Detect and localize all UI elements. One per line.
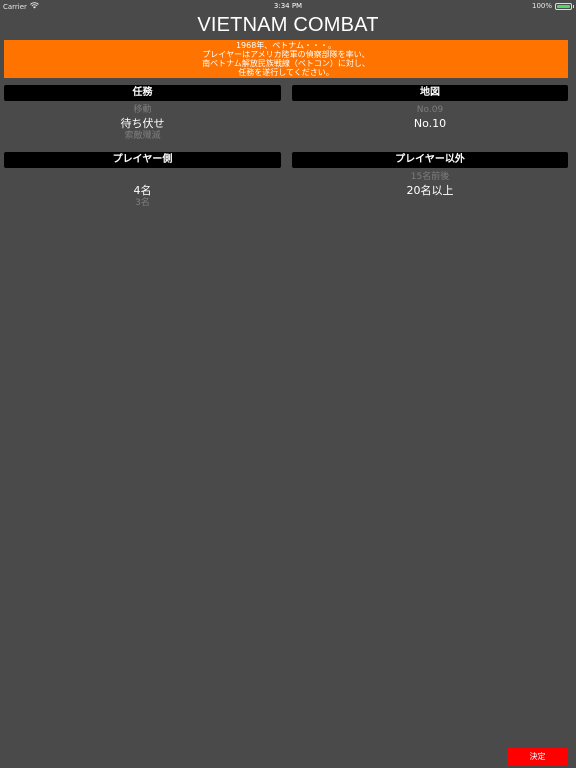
picker-option[interactable]: 3名 [4, 197, 281, 210]
intro-line: プレイヤーはアメリカ陸軍の偵察部隊を率い、 [202, 50, 370, 59]
battery-percent: 100% [531, 2, 552, 10]
app-title: VIETNAM COMBAT [197, 14, 379, 36]
picker-option-selected[interactable]: No.10 [292, 117, 568, 130]
picker-option[interactable]: 移動 [4, 104, 281, 117]
intro-line: 任務を遂行してください。 [238, 68, 334, 77]
battery-icon [555, 2, 574, 10]
non-player-picker[interactable]: 15名前後 20名以上 [292, 171, 568, 197]
mission-picker[interactable]: 移動 待ち伏せ 索敵殲滅 [4, 104, 281, 143]
player-side-header: プレイヤー側 [4, 152, 281, 168]
player-side-picker[interactable]: 4名 3名 [4, 184, 281, 210]
picker-option[interactable]: 索敵殲滅 [4, 130, 281, 143]
mission-header: 任務 [4, 85, 281, 101]
picker-option-selected[interactable]: 4名 [4, 184, 281, 197]
picker-option[interactable]: No.09 [292, 104, 568, 117]
battery-level [557, 4, 570, 8]
intro-line: 1968年、ベトナム・・・。 [235, 41, 337, 50]
confirm-button[interactable]: 決定 [507, 748, 568, 765]
status-right: 100% [531, 2, 574, 10]
picker-option-selected[interactable]: 20名以上 [292, 184, 568, 197]
non-player-header: プレイヤー以外 [292, 152, 568, 168]
intro-line: 南ベトナム解放民族戦線（ベトコン）に対し、 [202, 59, 370, 68]
picker-option-selected[interactable]: 待ち伏せ [4, 117, 281, 130]
map-picker[interactable]: No.09 No.10 [292, 104, 568, 130]
intro-banner: 1968年、ベトナム・・・。 プレイヤーはアメリカ陸軍の偵察部隊を率い、 南ベト… [4, 40, 568, 78]
status-time: 3:34 PM [273, 2, 303, 10]
map-header: 地図 [292, 85, 568, 101]
status-bar: Carrier 3:34 PM 100% [0, 0, 576, 12]
picker-option[interactable]: 15名前後 [292, 171, 568, 184]
